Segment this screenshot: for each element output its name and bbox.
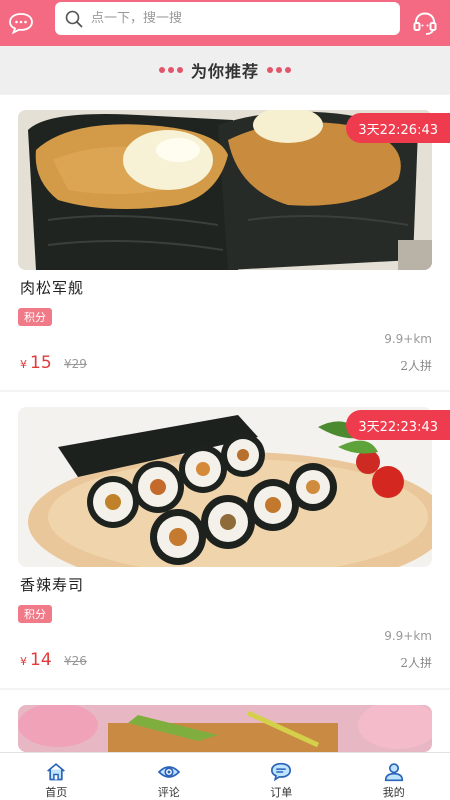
decor-dots-right — [267, 67, 291, 73]
eye-icon — [157, 766, 180, 778]
app-screen: 为你推荐 — [0, 0, 450, 800]
search-icon — [65, 10, 83, 27]
currency-symbol: ¥ — [20, 655, 27, 668]
points-badge: 积分 — [18, 605, 52, 623]
original-price: ¥29 — [64, 357, 87, 371]
product-card[interactable]: 3天22:26:43 肉松军舰 积分 9.9+km ¥ 15 ¥29 2人拼 — [0, 95, 450, 390]
countdown-badge: 3天22:26:43 — [346, 113, 450, 143]
bottom-tab-bar: 首页 评论 订单 我的 — [0, 752, 450, 800]
product-image[interactable] — [18, 705, 432, 752]
tab-home[interactable]: 首页 — [0, 753, 113, 800]
distance-label: 9.9+km — [384, 629, 432, 643]
countdown-badge: 3天22:23:43 — [346, 410, 450, 440]
section-title: 为你推荐 — [190, 62, 259, 81]
header-bar — [0, 0, 450, 46]
original-price: ¥26 — [64, 654, 87, 668]
group-buy-label: 2人拼 — [400, 359, 432, 373]
product-card[interactable] — [0, 690, 450, 752]
decor-dots-left — [158, 67, 183, 73]
tab-label: 我的 — [382, 786, 405, 799]
price-value: 15 — [30, 353, 52, 373]
recommend-section-header: 为你推荐 — [0, 46, 450, 94]
tab-comments[interactable]: 评论 — [113, 753, 226, 800]
search-input[interactable] — [91, 11, 351, 26]
price: ¥ 15 — [20, 353, 52, 373]
tab-label: 订单 — [270, 786, 293, 799]
headset-icon[interactable] — [408, 6, 442, 40]
tab-label: 首页 — [45, 786, 68, 799]
search-box[interactable] — [55, 2, 400, 35]
product-card[interactable]: 3天22:23:43 香辣寿司 积分 9.9+km ¥ 14 ¥26 2人拼 — [0, 392, 450, 688]
points-badge: 积分 — [18, 308, 52, 326]
tab-label: 评论 — [157, 786, 180, 799]
price-value: 14 — [30, 650, 52, 670]
home-icon — [47, 763, 66, 781]
message-icon — [271, 762, 292, 782]
currency-symbol: ¥ — [20, 358, 27, 371]
group-buy-label: 2人拼 — [400, 656, 432, 670]
distance-label: 9.9+km — [384, 332, 432, 346]
tab-orders[interactable]: 订单 — [225, 753, 338, 800]
product-name[interactable]: 香辣寿司 — [20, 574, 84, 595]
tab-profile[interactable]: 我的 — [338, 753, 450, 800]
product-name[interactable]: 肉松军舰 — [20, 277, 84, 298]
chat-bubble-icon[interactable] — [0, 0, 42, 46]
user-icon — [384, 763, 403, 782]
price: ¥ 14 — [20, 650, 52, 670]
